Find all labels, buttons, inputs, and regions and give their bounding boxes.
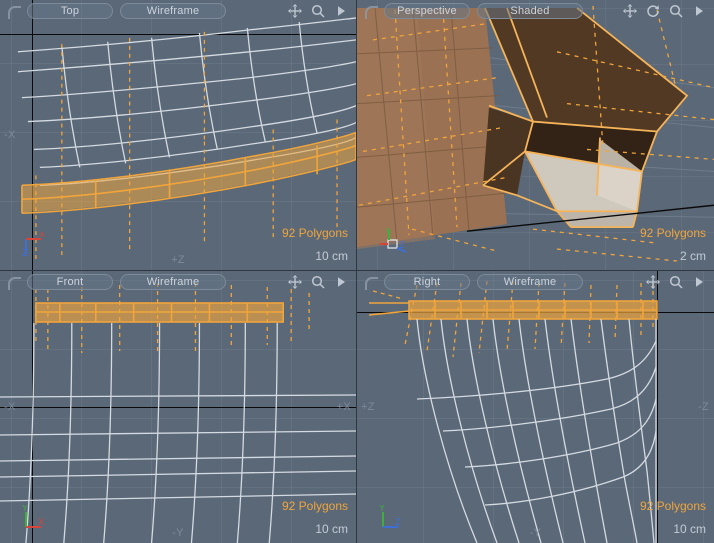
move-icon[interactable] xyxy=(288,4,302,18)
viewport-corner-handle-icon[interactable] xyxy=(8,5,21,19)
axis-label-left-front: -X xyxy=(4,401,16,413)
viewport-perspective[interactable]: Perspective Shaded 92 Polygons 2 cm Y Z xyxy=(357,0,714,271)
svg-text:Z: Z xyxy=(399,240,405,250)
move-icon[interactable] xyxy=(288,275,302,289)
move-icon[interactable] xyxy=(646,275,660,289)
scale-label-front: 10 cm xyxy=(315,522,348,536)
play-arrow-icon[interactable] xyxy=(692,4,706,18)
axis-label-right-front: +X xyxy=(336,401,351,413)
axis-label-bottom-front: -Y xyxy=(172,527,184,539)
quad-viewport-workspace: Top Wireframe -X +Z 92 Polygons 10 cm Z … xyxy=(0,0,714,543)
scale-label-perspective: 2 cm xyxy=(679,249,706,263)
magnifier-icon[interactable] xyxy=(669,275,683,289)
play-arrow-icon[interactable] xyxy=(692,275,706,289)
viewport-tools-front xyxy=(288,275,350,289)
viewport-front[interactable]: Front Wireframe -X +X -Y 92 Polygons 10 … xyxy=(0,271,357,543)
viewport-tools-right xyxy=(646,275,708,289)
axis-label-left-top: -X xyxy=(4,129,16,141)
svg-text:Z: Z xyxy=(395,517,401,527)
viewport-tools-perspective xyxy=(623,4,708,18)
svg-text:Y: Y xyxy=(385,228,391,236)
polygon-count-perspective: 92 Polygons xyxy=(639,226,706,240)
view-selector-front[interactable]: Front xyxy=(27,274,113,290)
magnifier-icon[interactable] xyxy=(311,4,325,18)
axis-gizmo-perspective: Y Z xyxy=(379,228,409,258)
axis-label-left-right: +Z xyxy=(361,401,375,413)
viewport-corner-handle-icon[interactable] xyxy=(365,276,378,290)
polygon-count-right: 92 Polygons xyxy=(639,499,706,513)
view-selector-top[interactable]: Top xyxy=(27,3,113,19)
shading-selector-top[interactable]: Wireframe xyxy=(120,3,226,19)
scale-label-top: 10 cm xyxy=(315,249,348,263)
axis-gizmo-front: Y X xyxy=(22,505,48,531)
shading-selector-right[interactable]: Wireframe xyxy=(477,274,583,290)
polygon-count-front: 92 Polygons xyxy=(281,499,348,513)
view-selector-right[interactable]: Right xyxy=(384,274,470,290)
svg-text:Y: Y xyxy=(379,505,385,513)
svg-text:Z: Z xyxy=(22,248,28,258)
view-selector-perspective[interactable]: Perspective xyxy=(384,3,470,19)
viewport-corner-handle-icon[interactable] xyxy=(365,5,378,19)
shading-selector-front[interactable]: Wireframe xyxy=(120,274,226,290)
rotate-icon[interactable] xyxy=(646,4,660,18)
axis-label-bottom-top: +Z xyxy=(171,254,185,266)
axis-label-right-right: -Z xyxy=(698,401,709,413)
svg-text:X: X xyxy=(39,232,45,239)
scale-label-right: 10 cm xyxy=(673,522,706,536)
move-icon[interactable] xyxy=(623,4,637,18)
viewport-tools-top xyxy=(288,4,350,18)
viewport-right[interactable]: Right Wireframe +Z -Z -Y 92 Polygons 10 … xyxy=(357,271,714,543)
shading-selector-perspective[interactable]: Shaded xyxy=(477,3,583,19)
play-arrow-icon[interactable] xyxy=(334,275,348,289)
magnifier-icon[interactable] xyxy=(311,275,325,289)
viewport-corner-handle-icon[interactable] xyxy=(8,276,21,290)
svg-text:X: X xyxy=(38,517,44,527)
axis-gizmo-top: Z X xyxy=(22,232,48,258)
svg-text:Y: Y xyxy=(22,505,28,513)
polygon-count-top: 92 Polygons xyxy=(281,226,348,240)
viewport-top[interactable]: Top Wireframe -X +Z 92 Polygons 10 cm Z … xyxy=(0,0,357,271)
magnifier-icon[interactable] xyxy=(669,4,683,18)
axis-label-bottom-right: -Y xyxy=(529,527,542,539)
play-arrow-icon[interactable] xyxy=(334,4,348,18)
axis-gizmo-right: Y Z xyxy=(379,505,405,531)
